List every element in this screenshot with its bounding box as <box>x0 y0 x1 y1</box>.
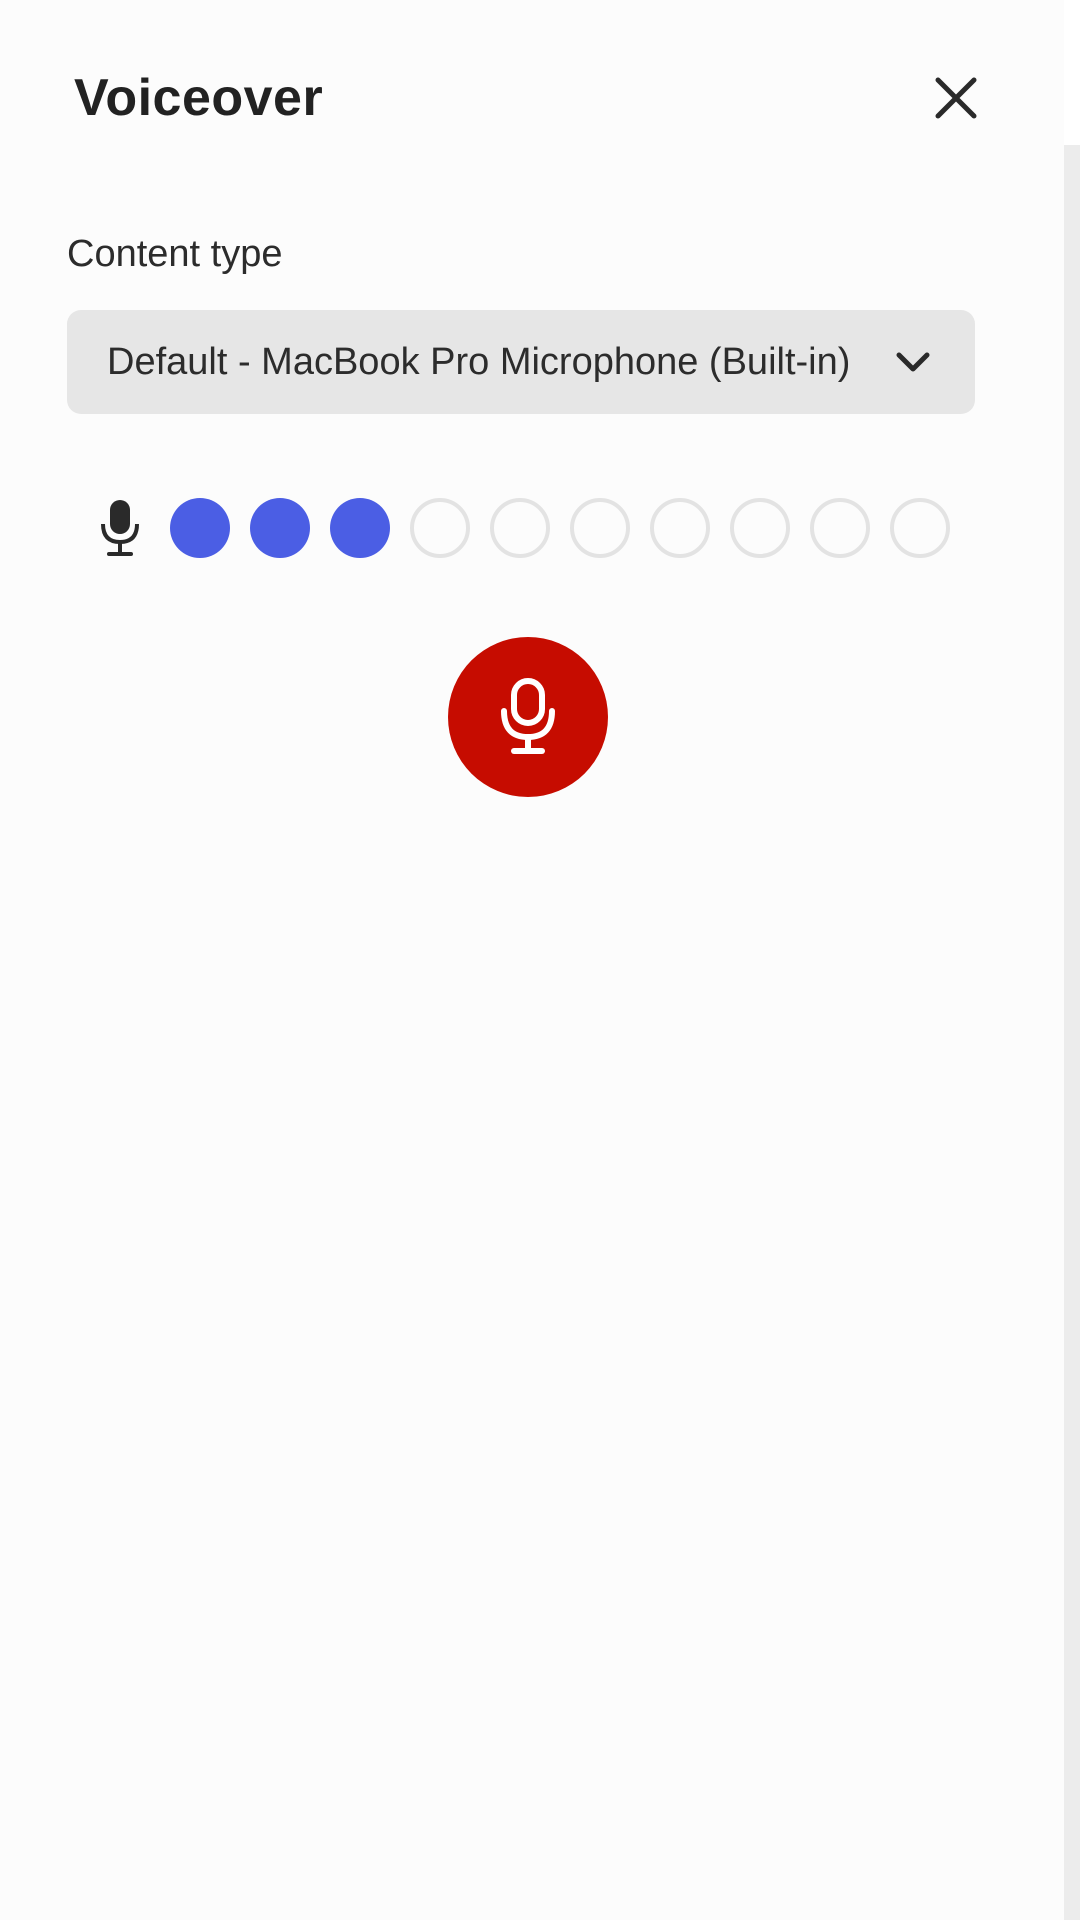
panel-title: Voiceover <box>74 69 324 127</box>
panel-edge <box>1064 145 1080 1920</box>
level-segment-inactive <box>410 498 470 558</box>
level-segment-inactive <box>810 498 870 558</box>
level-segment-inactive <box>730 498 790 558</box>
microphone-icon <box>501 678 555 754</box>
level-segments <box>170 498 970 558</box>
microphone-icon <box>92 492 148 564</box>
level-segment-active <box>330 498 390 558</box>
close-icon <box>935 77 977 119</box>
level-segment-inactive <box>890 498 950 558</box>
level-segment-active <box>170 498 230 558</box>
content-type-select[interactable]: Default - MacBook Pro Microphone (Built-… <box>67 310 975 414</box>
chevron-down-icon <box>893 342 933 382</box>
level-segment-inactive <box>650 498 710 558</box>
level-segment-inactive <box>490 498 550 558</box>
record-button[interactable] <box>448 637 608 797</box>
level-segment-inactive <box>570 498 630 558</box>
close-button[interactable] <box>920 62 992 134</box>
content-type-label: Content type <box>67 233 283 275</box>
voiceover-panel: Voiceover Content type Default - MacBook… <box>0 0 1064 1920</box>
level-segment-active <box>250 498 310 558</box>
content-type-value: Default - MacBook Pro Microphone (Built-… <box>107 340 851 383</box>
input-level-meter <box>92 492 970 564</box>
